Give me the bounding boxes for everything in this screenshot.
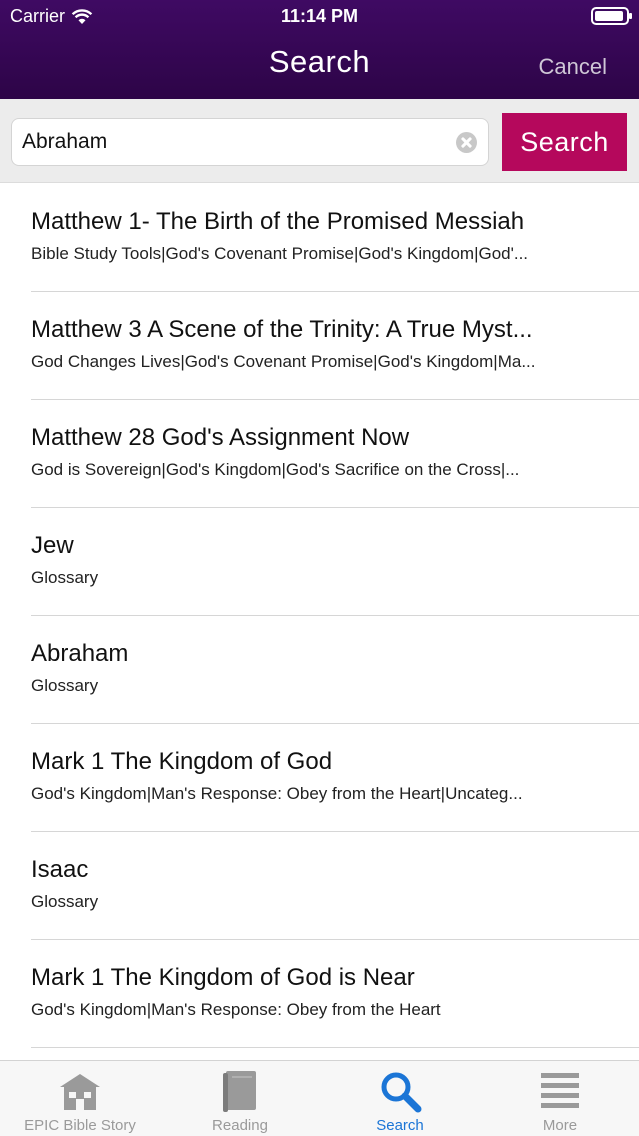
result-row[interactable]: Abraham Glossary xyxy=(0,616,639,724)
battery-icon xyxy=(591,7,632,25)
tab-search[interactable]: Search xyxy=(320,1061,480,1136)
result-subtitle: God's Kingdom|Man's Response: Obey from … xyxy=(31,784,523,803)
result-row[interactable]: Jew Glossary xyxy=(0,508,639,616)
result-row[interactable]: Mark 1 The Kingdom of God God's Kingdom|… xyxy=(0,724,639,832)
menu-lines-icon xyxy=(541,1073,579,1108)
results-list: Matthew 1- The Birth of the Promised Mes… xyxy=(0,184,639,1060)
result-title: Matthew 3 A Scene of the Trinity: A True… xyxy=(31,316,533,343)
status-bar: Carrier 11:14 PM xyxy=(0,0,639,34)
search-input[interactable] xyxy=(22,119,452,165)
cancel-button[interactable]: Cancel xyxy=(539,54,607,80)
house-icon xyxy=(60,1074,100,1110)
result-title: Isaac xyxy=(31,856,89,883)
result-row[interactable]: Mark 1 The Kingdom of God is Near God's … xyxy=(0,940,639,1048)
magnifier-icon xyxy=(381,1072,422,1113)
result-title: Matthew 1- The Birth of the Promised Mes… xyxy=(31,208,525,235)
result-title: Mark 1 The Kingdom of God xyxy=(31,748,333,775)
result-title: Matthew 28 God's Assignment Now xyxy=(31,424,410,451)
tab-label: More xyxy=(542,1117,578,1134)
result-subtitle: Glossary xyxy=(31,676,99,695)
result-subtitle: Bible Study Tools|God's Covenant Promise… xyxy=(31,244,529,263)
status-time: 11:14 PM xyxy=(280,6,359,26)
search-bar: Search xyxy=(0,99,639,183)
clear-icon[interactable] xyxy=(456,132,477,153)
result-title: Abraham xyxy=(31,640,129,667)
result-subtitle: God is Sovereign|God's Kingdom|God's Sac… xyxy=(31,460,520,479)
tab-reading[interactable]: Reading xyxy=(160,1061,320,1136)
result-title: Jew xyxy=(31,532,74,559)
navigation-bar: Carrier 11:14 PM Search Cancel xyxy=(0,0,639,99)
result-subtitle: God's Kingdom|Man's Response: Obey from … xyxy=(31,1000,441,1019)
search-button[interactable]: Search xyxy=(502,113,627,171)
tab-more[interactable]: More xyxy=(480,1061,639,1136)
result-subtitle: God Changes Lives|God's Covenant Promise… xyxy=(31,352,536,371)
result-row[interactable]: Matthew 28 God's Assignment Now God is S… xyxy=(0,400,639,508)
tab-epic-bible-story[interactable]: EPIC Bible Story xyxy=(0,1061,160,1136)
result-row[interactable]: Matthew 1- The Birth of the Promised Mes… xyxy=(0,184,639,292)
result-row[interactable]: Isaac Glossary xyxy=(0,832,639,940)
book-icon xyxy=(223,1071,256,1112)
tab-label: Reading xyxy=(212,1117,268,1134)
result-row[interactable]: Matthew 3 A Scene of the Trinity: A True… xyxy=(0,292,639,400)
result-subtitle: Glossary xyxy=(31,892,99,911)
result-title: Mark 1 The Kingdom of God is Near xyxy=(31,964,415,991)
row-divider xyxy=(31,1047,639,1048)
search-field xyxy=(11,118,489,166)
tab-label: Search xyxy=(376,1117,424,1134)
tab-label: EPIC Bible Story xyxy=(24,1117,136,1134)
result-subtitle: Glossary xyxy=(31,568,99,587)
tab-bar: EPIC Bible Story Reading Search More xyxy=(0,1060,639,1136)
